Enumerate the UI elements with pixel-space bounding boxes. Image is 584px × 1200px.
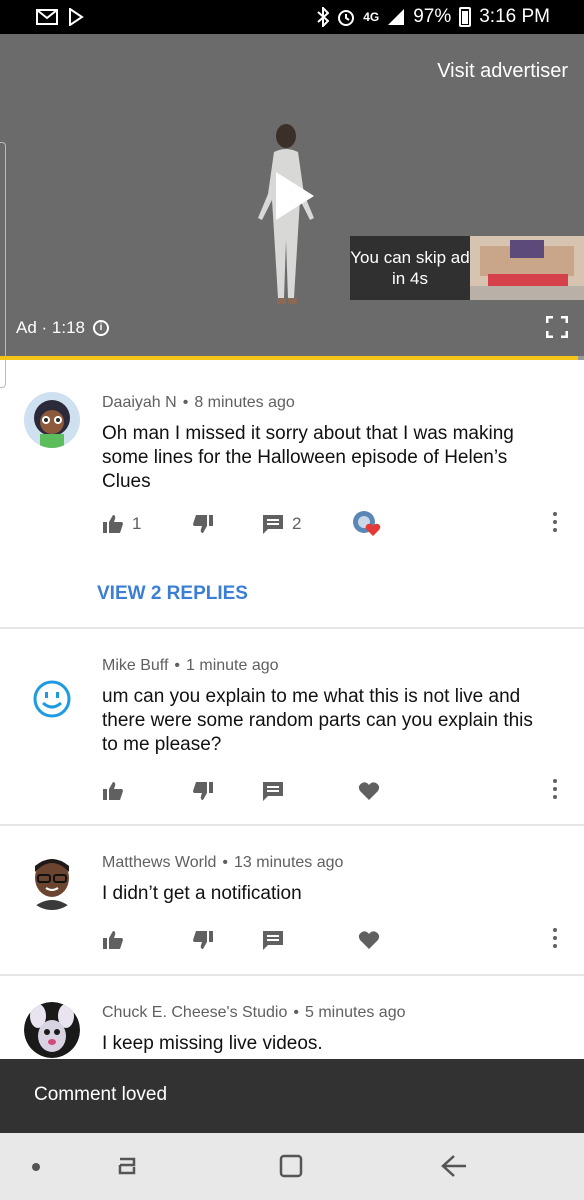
- comment-item: Daaiyah N • 8 minutes ago Oh man I missed …: [0, 370, 584, 628]
- heart-button[interactable]: [358, 779, 380, 803]
- more-options-icon[interactable]: [552, 779, 558, 801]
- reply-icon: [263, 515, 283, 534]
- comment-time: 1 minute ago: [186, 657, 279, 674]
- comment-text: I keep missing live videos.: [102, 1033, 323, 1054]
- snackbar: Comment loved: [0, 1059, 584, 1133]
- comment-author[interactable]: Matthews World: [102, 854, 216, 871]
- comment-meta: Mike Buff • 1 minute ago: [102, 657, 279, 675]
- comment-text: um can you explain to me what this is no…: [102, 686, 533, 755]
- avatar[interactable]: [24, 1002, 80, 1058]
- like-count: 1: [132, 514, 142, 533]
- comment-meta: Daaiyah N • 8 minutes ago: [102, 394, 295, 412]
- meta-separator: •: [222, 854, 229, 871]
- meta-separator: •: [293, 1004, 299, 1021]
- skip-ad-text: You can skip ad in 4s: [350, 248, 470, 288]
- reply-button[interactable]: 2: [262, 512, 301, 536]
- ad-thumbnail: [470, 236, 584, 300]
- reply-button[interactable]: [262, 779, 284, 803]
- avatar[interactable]: [24, 854, 80, 910]
- side-panel-handle[interactable]: [0, 142, 6, 388]
- like-button[interactable]: [102, 779, 124, 803]
- skip-ad-box[interactable]: You can skip ad in 4s: [350, 236, 584, 300]
- status-left-icons: [36, 8, 84, 26]
- thumbs-down-icon: [193, 931, 213, 949]
- comment-author[interactable]: Daaiyah N: [102, 394, 177, 411]
- avatar-image: [24, 671, 80, 727]
- mail-icon: [36, 9, 58, 25]
- reply-icon: [263, 782, 283, 801]
- comment-actions: [102, 928, 572, 958]
- play-icon[interactable]: [276, 172, 314, 220]
- snackbar-text: Comment loved: [34, 1084, 168, 1105]
- ad-info: Ad · 1:18 i: [16, 318, 109, 338]
- meta-separator: •: [174, 657, 181, 674]
- bluetooth-icon: [317, 7, 330, 27]
- system-nav-bar: [0, 1133, 584, 1200]
- back-icon[interactable]: [440, 1153, 468, 1179]
- thumbs-down-icon: [193, 782, 213, 800]
- comment-item: Chuck E. Cheese's Studio • 5 minutes ago I…: [0, 976, 584, 1059]
- comment-author[interactable]: Mike Buff: [102, 657, 168, 674]
- creator-heart-icon: [353, 511, 381, 536]
- comment-time: 13 minutes ago: [234, 854, 344, 871]
- more-options-icon[interactable]: [552, 512, 558, 534]
- avatar-image: [24, 1002, 80, 1058]
- comment-meta: Chuck E. Cheese's Studio • 5 minutes ago: [102, 1004, 406, 1022]
- comment-text: I didn’t get a notification: [102, 883, 302, 904]
- comment-text: Oh man I missed it sorry about that I wa…: [102, 423, 514, 492]
- signal-icon: [388, 9, 405, 25]
- comment-actions: 1 2: [102, 511, 572, 542]
- heart-button[interactable]: [358, 928, 380, 952]
- visit-advertiser-link[interactable]: Visit advertiser: [437, 60, 568, 83]
- heart-icon: [358, 782, 380, 800]
- thumbs-up-icon: [103, 782, 123, 800]
- reply-button[interactable]: [262, 928, 284, 952]
- avatar-image: [24, 854, 80, 910]
- comment-item: Mike Buff • 1 minute ago um can you explai…: [0, 629, 584, 825]
- avatar[interactable]: [24, 392, 80, 448]
- home-icon[interactable]: [278, 1153, 304, 1179]
- fullscreen-icon[interactable]: [546, 316, 568, 338]
- thumbs-down-icon: [193, 515, 213, 533]
- avatar[interactable]: [24, 671, 80, 727]
- like-button[interactable]: 1: [102, 512, 141, 536]
- clock: 3:16 PM: [479, 6, 550, 27]
- reply-count: 2: [292, 514, 302, 533]
- play-store-icon: [69, 8, 84, 26]
- thumbs-up-icon: [103, 515, 123, 533]
- video-player[interactable]: Visit advertiser You can skip ad in 4s A…: [0, 34, 584, 360]
- heart-icon: [358, 931, 380, 949]
- status-bar: 4G 97% 3:16 PM: [0, 0, 584, 34]
- dislike-button[interactable]: [192, 779, 214, 803]
- info-icon[interactable]: i: [93, 320, 109, 336]
- nav-dot-indicator: [32, 1163, 40, 1171]
- comment-author[interactable]: Chuck E. Cheese's Studio: [102, 1004, 287, 1021]
- status-right: 4G 97% 3:16 PM: [317, 6, 550, 28]
- avatar-image: [24, 392, 80, 448]
- dislike-button[interactable]: [192, 512, 214, 536]
- ad-progress-fill: [0, 356, 579, 360]
- more-options-icon[interactable]: [552, 928, 558, 950]
- ad-thumbnail-image: [470, 236, 584, 300]
- dislike-button[interactable]: [192, 928, 214, 952]
- thumbs-up-icon: [103, 931, 123, 949]
- like-button[interactable]: [102, 928, 124, 952]
- ad-progress-bar: [0, 356, 584, 360]
- comment-item: Matthews World • 13 minutes ago I didn’t g…: [0, 826, 584, 974]
- battery-percent: 97%: [413, 6, 452, 27]
- network-type: 4G: [363, 10, 380, 24]
- recents-icon[interactable]: [114, 1153, 140, 1179]
- comment-time: 8 minutes ago: [194, 394, 295, 411]
- reply-icon: [263, 931, 283, 950]
- ad-timer: Ad · 1:18: [16, 318, 85, 337]
- comment-meta: Matthews World • 13 minutes ago: [102, 854, 343, 872]
- alarm-icon: [338, 10, 355, 26]
- view-replies-button[interactable]: VIEW 2 REPLIES: [97, 583, 248, 605]
- creator-heart[interactable]: [352, 511, 382, 536]
- battery-icon: [459, 7, 472, 27]
- meta-separator: •: [182, 394, 189, 411]
- comment-time: 5 minutes ago: [304, 1004, 406, 1021]
- comment-actions: [102, 779, 572, 809]
